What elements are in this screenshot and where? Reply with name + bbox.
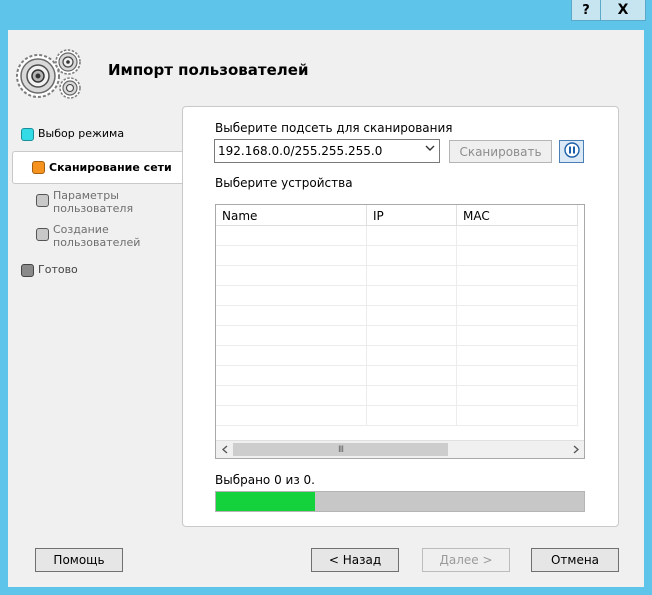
step-label: Создание пользователей <box>53 223 141 249</box>
table-cell <box>367 306 457 326</box>
subnet-select[interactable]: 192.168.0.0/255.255.255.0 <box>214 139 440 163</box>
column-header-ip[interactable]: IP <box>367 205 457 226</box>
table-row <box>216 406 578 426</box>
table-row <box>216 266 578 286</box>
table-cell <box>216 266 367 286</box>
table-cell <box>457 386 578 406</box>
table-row <box>216 286 578 306</box>
titlebar: ? X <box>0 0 652 30</box>
help-title-button[interactable]: ? <box>571 0 601 21</box>
dialog-client: Импорт пользователей Выбор режима Сканир… <box>8 30 644 587</box>
app-window: ? X Импорт пользователей Выбор режима Ск… <box>0 0 652 595</box>
step-label: Параметры пользователя <box>53 189 134 215</box>
step-indicator-icon <box>21 128 34 141</box>
back-button[interactable]: < Назад <box>311 548 399 572</box>
subnet-value: 192.168.0.0/255.255.255.0 <box>218 144 383 158</box>
scan-progress-bar <box>215 491 585 512</box>
devices-label: Выберите устройства <box>215 176 353 190</box>
wizard-steps: Выбор режима Сканирование сети Параметры… <box>8 108 183 348</box>
table-cell <box>216 306 367 326</box>
horizontal-scrollbar[interactable]: III <box>216 440 584 458</box>
step-indicator-icon <box>36 228 49 241</box>
table-header: Name IP MAC <box>216 205 578 226</box>
step-done: Готово <box>21 263 196 277</box>
table-row <box>216 346 578 366</box>
step-label: Выбор режима <box>38 127 125 140</box>
scroll-right-icon[interactable] <box>567 441 584 458</box>
step-network-scan: Сканирование сети <box>12 151 183 184</box>
content-panel: Выберите подсеть для сканирования 192.16… <box>182 106 619 527</box>
table-cell <box>457 366 578 386</box>
table-cell <box>216 286 367 306</box>
devices-table[interactable]: Name IP MAC III <box>215 204 585 459</box>
table-cell <box>367 326 457 346</box>
table-cell <box>216 326 367 346</box>
table-cell <box>216 226 367 246</box>
stop-scan-button[interactable] <box>559 140 584 163</box>
table-cell <box>457 226 578 246</box>
table-row <box>216 386 578 406</box>
step-indicator-icon <box>32 161 45 174</box>
table-cell <box>216 386 367 406</box>
page-title: Импорт пользователей <box>108 61 309 79</box>
close-button[interactable]: X <box>601 0 646 21</box>
table-cell <box>367 226 457 246</box>
table-cell <box>216 366 367 386</box>
gears-icon <box>16 42 84 104</box>
table-cell <box>367 366 457 386</box>
selection-count: Выбрано 0 из 0. <box>215 473 315 487</box>
table-row <box>216 306 578 326</box>
wizard-header: Импорт пользователей <box>8 30 644 108</box>
table-row <box>216 226 578 246</box>
column-header-mac[interactable]: MAC <box>457 205 578 226</box>
table-cell <box>367 266 457 286</box>
cancel-button[interactable]: Отмена <box>531 548 619 572</box>
table-cell <box>367 246 457 266</box>
step-indicator-icon <box>21 264 34 277</box>
help-button[interactable]: Помощь <box>35 548 123 572</box>
table-row <box>216 326 578 346</box>
table-cell <box>457 406 578 426</box>
chevron-down-icon[interactable] <box>425 144 435 155</box>
scroll-thumb[interactable]: III <box>233 443 448 456</box>
table-cell <box>367 406 457 426</box>
step-indicator-icon <box>36 194 49 207</box>
step-label: Готово <box>38 263 78 276</box>
table-row <box>216 366 578 386</box>
table-cell <box>367 386 457 406</box>
table-cell <box>216 346 367 366</box>
table-cell <box>457 306 578 326</box>
table-cell <box>367 346 457 366</box>
scan-button[interactable]: Сканировать <box>449 140 552 163</box>
step-mode-select: Выбор режима <box>21 127 196 141</box>
step-label: Сканирование сети <box>49 161 172 174</box>
subnet-label: Выберите подсеть для сканирования <box>215 121 453 135</box>
table-cell <box>216 246 367 266</box>
pause-icon <box>563 142 580 161</box>
table-cell <box>457 266 578 286</box>
table-row <box>216 246 578 266</box>
table-cell <box>457 346 578 366</box>
table-body <box>216 226 578 440</box>
table-cell <box>457 326 578 346</box>
table-cell <box>457 246 578 266</box>
table-cell <box>367 286 457 306</box>
scroll-left-icon[interactable] <box>216 441 233 458</box>
next-button[interactable]: Далее > <box>422 548 510 572</box>
progress-fill <box>216 492 316 511</box>
table-cell <box>457 286 578 306</box>
table-cell <box>216 406 367 426</box>
column-header-name[interactable]: Name <box>216 205 367 226</box>
